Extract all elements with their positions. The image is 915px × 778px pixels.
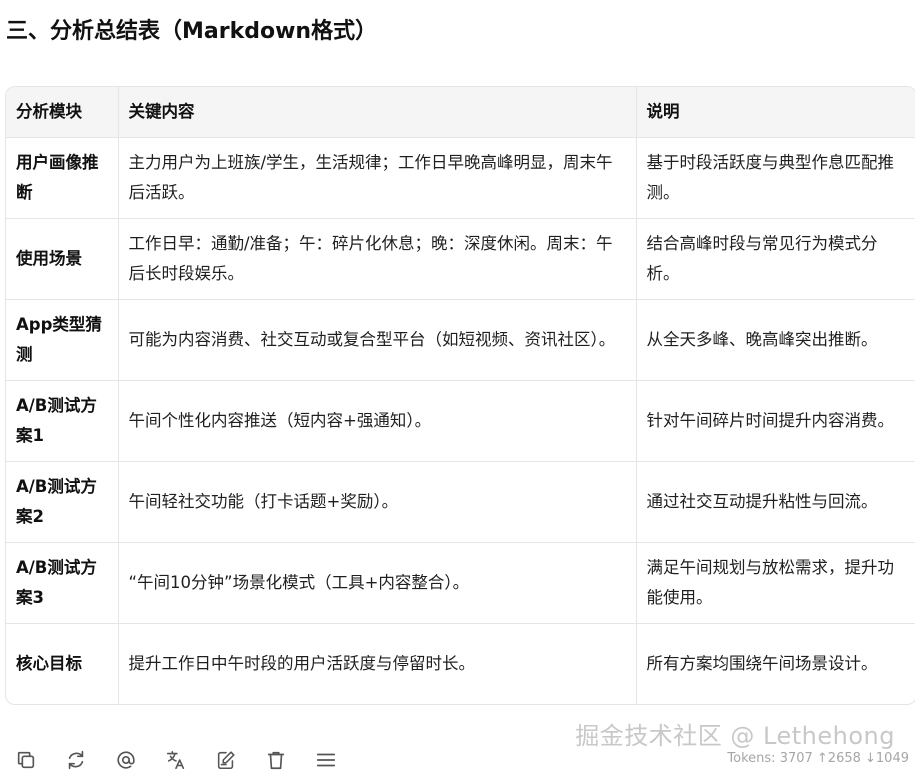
cell-content: 可能为内容消费、社交互动或复合型平台（如短视频、资讯社区）。 [118,299,637,381]
cell-module: A/B测试方案1 [6,380,119,462]
mention-button[interactable] [110,744,142,776]
cell-content: 提升工作日中午时段的用户活跃度与停留时长。 [118,623,637,704]
cell-note: 满足午间规划与放松需求，提升功能使用。 [636,542,915,624]
cell-content: 工作日早：通勤/准备；午：碎片化休息；晚：深度休闲。周末：午后长时段娱乐。 [118,218,637,300]
table-row: App类型猜测 可能为内容消费、社交互动或复合型平台（如短视频、资讯社区）。 从… [6,299,915,381]
table-header-row: 分析模块 关键内容 说明 [6,87,915,138]
translate-button[interactable] [160,744,192,776]
section-heading: 三、分析总结表（Markdown格式） [6,19,378,44]
header-module: 分析模块 [6,87,119,138]
cell-module: A/B测试方案2 [6,461,119,543]
at-icon [117,751,135,769]
message-toolbar [10,742,342,778]
copy-icon [17,751,35,769]
cell-module: 用户画像推断 [6,137,119,219]
cell-note: 针对午间碎片时间提升内容消费。 [636,380,915,462]
table-row: A/B测试方案2 午间轻社交功能（打卡话题+奖励）。 通过社交互动提升粘性与回流… [6,461,915,543]
cell-content: 主力用户为上班族/学生，生活规律；工作日早晚高峰明显，周末午后活跃。 [118,137,637,219]
cell-note: 所有方案均围绕午间场景设计。 [646,654,878,673]
summary-table: 分析模块 关键内容 说明 用户画像推断 主力用户为上班族/学生，生活规律；工作日… [5,86,915,705]
translate-icon [166,750,185,770]
refresh-icon [68,750,84,770]
regenerate-button[interactable] [60,744,92,776]
cell-note: 结合高峰时段与常见行为模式分析。 [636,218,915,300]
table-row: 使用场景 工作日早：通勤/准备；午：碎片化休息；晚：深度休闲。周末：午后长时段娱… [6,218,915,300]
edit-icon [217,751,235,770]
trash-icon [267,751,285,770]
table-row: 核心目标 提升工作日中午时段的用户活跃度与停留时长。 所有方案均围绕午间场景设计… [6,623,915,704]
cell-note: 基于时段活跃度与典型作息匹配推测。 [636,137,915,219]
more-button[interactable] [310,744,342,776]
cell-content: 午间个性化内容推送（短内容+强通知）。 [118,380,637,462]
cell-note: 从全天多峰、晚高峰突出推断。 [636,299,915,381]
header-note: 说明 [636,87,915,138]
cell-note: 通过社交互动提升粘性与回流。 [636,461,915,543]
cell-content: “午间10分钟”场景化模式（工具+内容整合）。 [118,542,637,624]
cell-module: App类型猜测 [6,299,119,381]
table-row: 用户画像推断 主力用户为上班族/学生，生活规律；工作日早晚高峰明显，周末午后活跃… [6,137,915,219]
token-count: Tokens: 3707 ↑2658 ↓1049 [727,751,909,766]
menu-icon [316,753,336,767]
edit-button[interactable] [210,744,242,776]
header-content: 关键内容 [118,87,637,138]
cell-content: 午间轻社交功能（打卡话题+奖励）。 [118,461,637,543]
copy-button[interactable] [10,744,42,776]
delete-button[interactable] [260,744,292,776]
cell-module: A/B测试方案3 [6,542,119,624]
watermark: 掘金技术社区 @ Lethehong [575,722,895,750]
cell-module: 使用场景 [6,218,119,300]
table-row: A/B测试方案1 午间个性化内容推送（短内容+强通知）。 针对午间碎片时间提升内… [6,380,915,462]
table-row: A/B测试方案3 “午间10分钟”场景化模式（工具+内容整合）。 满足午间规划与… [6,542,915,624]
cell-module: 核心目标 [6,623,119,704]
